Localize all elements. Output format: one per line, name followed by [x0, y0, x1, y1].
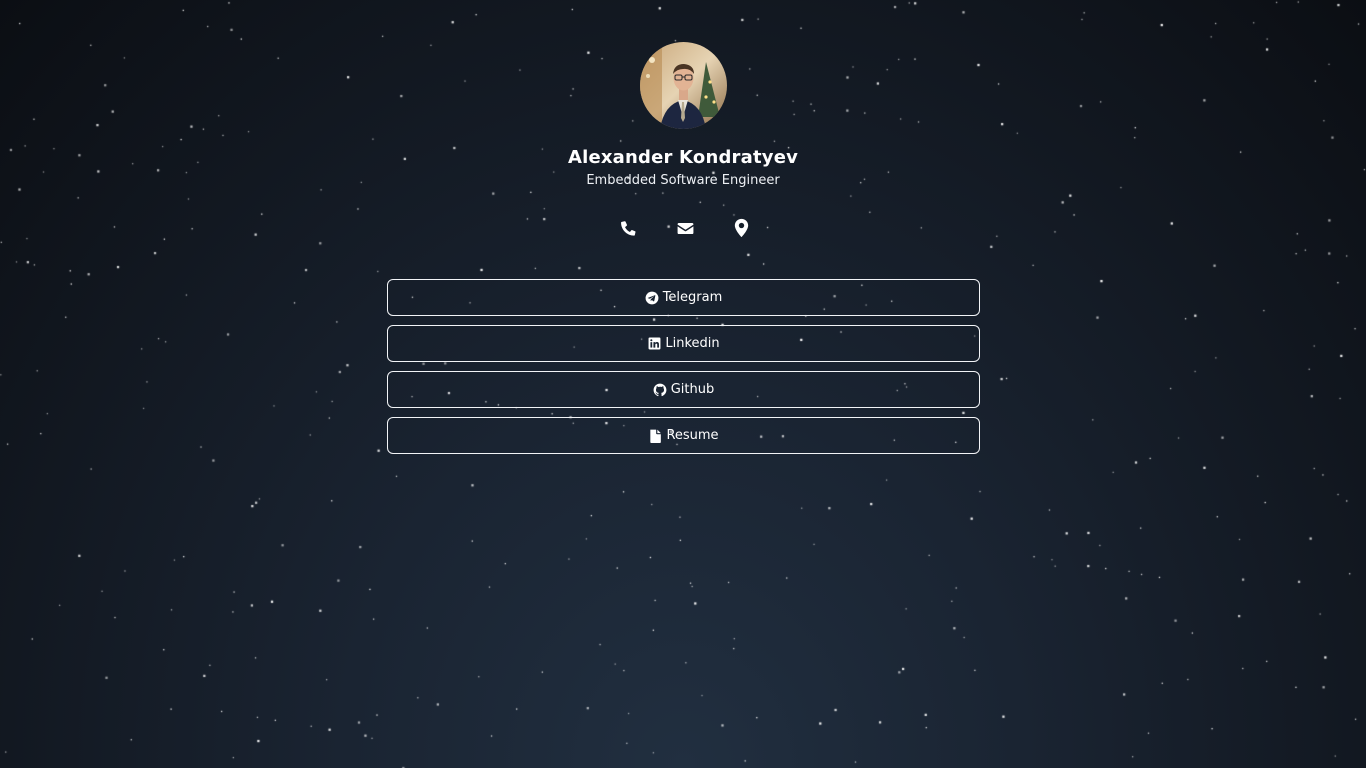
file-icon — [648, 429, 662, 443]
linkedin-button[interactable]: Linkedin — [387, 325, 980, 362]
linkedin-label: Linkedin — [665, 336, 720, 351]
envelope-icon[interactable] — [671, 214, 699, 242]
telegram-icon — [645, 291, 659, 305]
link-list: Telegram Linkedin Github Resume — [387, 279, 980, 463]
telegram-label: Telegram — [662, 290, 723, 305]
linkedin-icon — [647, 337, 661, 351]
contact-icons — [610, 214, 756, 242]
phone-icon[interactable] — [614, 214, 642, 242]
resume-button[interactable]: Resume — [387, 417, 980, 454]
map-marker-icon[interactable] — [727, 214, 755, 242]
profile-title: Embedded Software Engineer — [586, 173, 780, 188]
profile-photo — [640, 42, 727, 129]
github-label: Github — [670, 382, 715, 397]
github-button[interactable]: Github — [387, 371, 980, 408]
resume-label: Resume — [666, 428, 719, 443]
avatar — [640, 42, 727, 129]
telegram-button[interactable]: Telegram — [387, 279, 980, 316]
github-icon — [653, 383, 667, 397]
profile-name: Alexander Kondratyev — [567, 147, 799, 168]
